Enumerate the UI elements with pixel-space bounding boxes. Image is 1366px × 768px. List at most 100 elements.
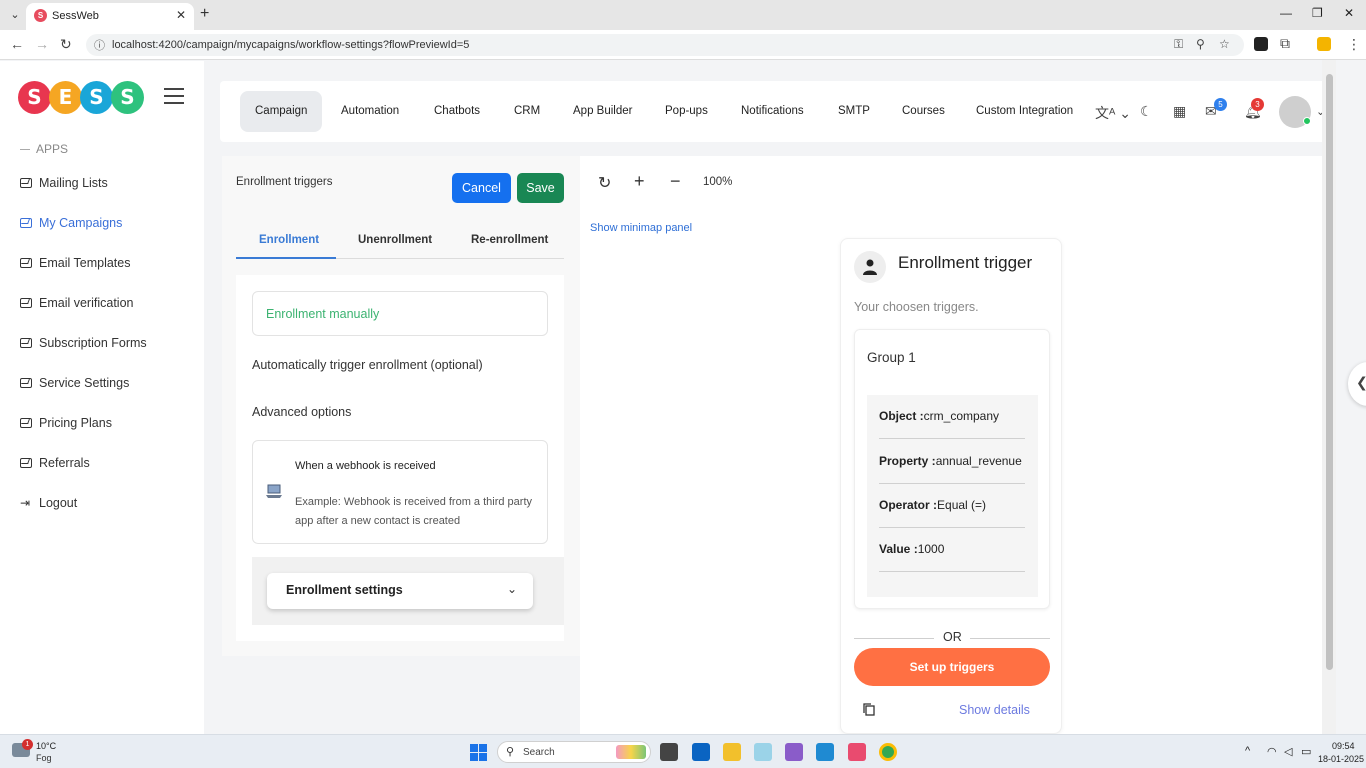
forward-icon[interactable]: → xyxy=(35,36,49,52)
condition-operator: Operator :Equal (=) xyxy=(879,498,1025,512)
set-up-triggers-button[interactable]: Set up triggers xyxy=(854,648,1050,686)
tab-list-chevron-icon[interactable]: ⌄ xyxy=(6,6,24,24)
tab-close-icon[interactable]: ✕ xyxy=(176,8,186,22)
volume-icon[interactable]: ◁ xyxy=(1284,745,1292,758)
clock-date[interactable]: 18-01-2025 xyxy=(1318,754,1364,764)
site-info-icon[interactable]: ⓘ xyxy=(94,37,105,53)
window-close-icon[interactable]: ✕ xyxy=(1344,6,1354,20)
sidebar-item-label: Email verification xyxy=(39,296,134,310)
cancel-button[interactable]: Cancel xyxy=(452,173,511,203)
translate-icon[interactable]: 文ᴬ ⌄ xyxy=(1095,103,1131,123)
divider xyxy=(879,527,1025,528)
snipping-tool-icon[interactable] xyxy=(754,743,772,761)
minimize-icon[interactable]: — xyxy=(1280,6,1292,20)
outlook-icon[interactable] xyxy=(692,743,710,761)
reload-icon[interactable]: ↻ xyxy=(60,36,72,53)
windows-start-icon[interactable] xyxy=(470,744,487,761)
save-button[interactable]: Save xyxy=(517,173,564,203)
sidebar-item-label: My Campaigns xyxy=(39,216,123,230)
enrollment-manually-option[interactable]: Enrollment manually xyxy=(252,291,548,336)
nav-notifications[interactable]: Notifications xyxy=(726,91,819,132)
scrollbar-thumb[interactable] xyxy=(1326,74,1333,670)
dark-mode-moon-icon[interactable]: ☾ xyxy=(1140,103,1153,120)
sidebar-item-service-settings[interactable]: Service Settings xyxy=(20,373,129,393)
sidebar-item-my-campaigns[interactable]: My Campaigns xyxy=(20,213,122,233)
nav-campaign[interactable]: Campaign xyxy=(240,91,323,132)
hamburger-menu-icon[interactable] xyxy=(164,88,184,109)
or-divider-right xyxy=(970,638,1050,639)
side-panel-toggle[interactable]: ❮ xyxy=(1348,362,1366,406)
file-explorer-icon[interactable] xyxy=(723,743,741,761)
battery-icon[interactable]: ▭ xyxy=(1301,745,1311,758)
bookmark-star-icon[interactable]: ☆ xyxy=(1219,37,1230,51)
weather-condition[interactable]: Fog xyxy=(36,753,52,763)
sidebar-item-referrals[interactable]: Referrals xyxy=(20,453,90,473)
sidebar-item-label: Mailing Lists xyxy=(39,176,108,190)
show-details-link[interactable]: Show details xyxy=(959,703,1030,717)
nav-popups[interactable]: Pop-ups xyxy=(650,91,723,132)
password-key-icon[interactable]: ⚿ xyxy=(1174,37,1183,52)
chrome-icon[interactable] xyxy=(879,743,897,761)
show-minimap-link[interactable]: Show minimap panel xyxy=(590,222,692,234)
restore-icon[interactable]: ❐ xyxy=(1312,6,1323,20)
webhook-description: Example: Webhook is received from a thir… xyxy=(295,496,533,527)
nav-automation[interactable]: Automation xyxy=(326,91,414,132)
calendar-icon[interactable]: ▦ xyxy=(1173,103,1186,120)
sidebar-item-email-templates[interactable]: Email Templates xyxy=(20,253,130,273)
or-label: OR xyxy=(943,630,962,644)
notification-badge: 3 xyxy=(1251,98,1264,111)
sess-logo[interactable]: S E S S xyxy=(18,81,144,117)
sidebar-item-pricing-plans[interactable]: Pricing Plans xyxy=(20,413,112,433)
zoom-icon[interactable]: ⚲ xyxy=(1196,37,1205,51)
sidebar-item-email-verification[interactable]: Email verification xyxy=(20,293,133,313)
extension-pen-icon[interactable] xyxy=(1254,37,1268,51)
task-view-icon[interactable] xyxy=(660,743,678,761)
url-text[interactable]: localhost:4200/campaign/mycapaigns/workf… xyxy=(112,39,469,51)
address-bar[interactable]: ⓘ localhost:4200/campaign/mycapaigns/wor… xyxy=(86,34,1244,56)
tab-re-enrollment[interactable]: Re-enrollment xyxy=(471,234,548,246)
nav-smtp[interactable]: SMTP xyxy=(823,91,885,132)
zoom-in-icon[interactable]: + xyxy=(634,171,645,192)
webhook-trigger-card[interactable]: When a webhook is received Example: Webh… xyxy=(252,440,548,544)
nav-chatbots[interactable]: Chatbots xyxy=(419,91,495,132)
new-tab-icon[interactable]: + xyxy=(200,5,209,23)
extensions-puzzle-icon[interactable]: ⧉ xyxy=(1280,35,1290,52)
clock-time[interactable]: 09:54 xyxy=(1332,741,1355,751)
sidebar-item-mailing-lists[interactable]: Mailing Lists xyxy=(20,173,108,193)
sidebar-item-logout[interactable]: ⇥ Logout xyxy=(20,493,77,513)
browser-tab-sessweb[interactable]: S SessWeb ✕ xyxy=(26,3,194,30)
condition-value: 1000 xyxy=(917,542,945,556)
profile-extension-icon[interactable] xyxy=(1317,37,1331,51)
enrollment-content: Enrollment manually Automatically trigge… xyxy=(236,275,564,641)
vscode-icon[interactable] xyxy=(816,743,834,761)
tab-unenrollment[interactable]: Unenrollment xyxy=(358,234,432,246)
copy-icon[interactable] xyxy=(863,703,875,716)
zoom-level: 100% xyxy=(703,176,733,188)
nav-custom-integration[interactable]: Custom Integration xyxy=(961,91,1088,132)
page-scrollbar[interactable] xyxy=(1322,60,1336,734)
back-icon[interactable]: ← xyxy=(10,36,24,52)
nav-crm[interactable]: CRM xyxy=(499,91,555,132)
condition-key: Operator : xyxy=(879,498,938,512)
person-icon xyxy=(854,251,886,283)
enrollment-settings-accordion[interactable]: Enrollment settings ⌄ xyxy=(267,573,533,609)
auto-trigger-heading: Automatically trigger enrollment (option… xyxy=(252,358,483,372)
wifi-icon[interactable]: ◠ xyxy=(1267,745,1277,758)
browser-menu-icon[interactable]: ⋮ xyxy=(1347,36,1361,53)
taskbar-search[interactable]: ⚲ Search xyxy=(497,741,651,763)
app-icon[interactable] xyxy=(848,743,866,761)
enrollment-trigger-node[interactable]: Enrollment trigger Your choosen triggers… xyxy=(840,238,1062,734)
workflow-canvas: ↻ + − 100% Show minimap panel Enrollment… xyxy=(580,156,1322,734)
divider xyxy=(879,571,1025,572)
visual-studio-icon[interactable] xyxy=(785,743,803,761)
nav-app-builder[interactable]: App Builder xyxy=(558,91,647,132)
tab-enrollment[interactable]: Enrollment xyxy=(259,234,319,246)
nav-courses[interactable]: Courses xyxy=(887,91,960,132)
tray-chevron-up-icon[interactable]: ^ xyxy=(1245,745,1250,757)
refresh-icon[interactable]: ↻ xyxy=(598,173,611,193)
enrollment-panel: Enrollment triggers Cancel Save Enrollme… xyxy=(222,156,580,656)
weather-temperature[interactable]: 10°C xyxy=(36,741,56,751)
zoom-out-icon[interactable]: − xyxy=(670,171,681,192)
trigger-title: Enrollment trigger xyxy=(898,253,1033,272)
sidebar-item-subscription-forms[interactable]: Subscription Forms xyxy=(20,333,147,353)
